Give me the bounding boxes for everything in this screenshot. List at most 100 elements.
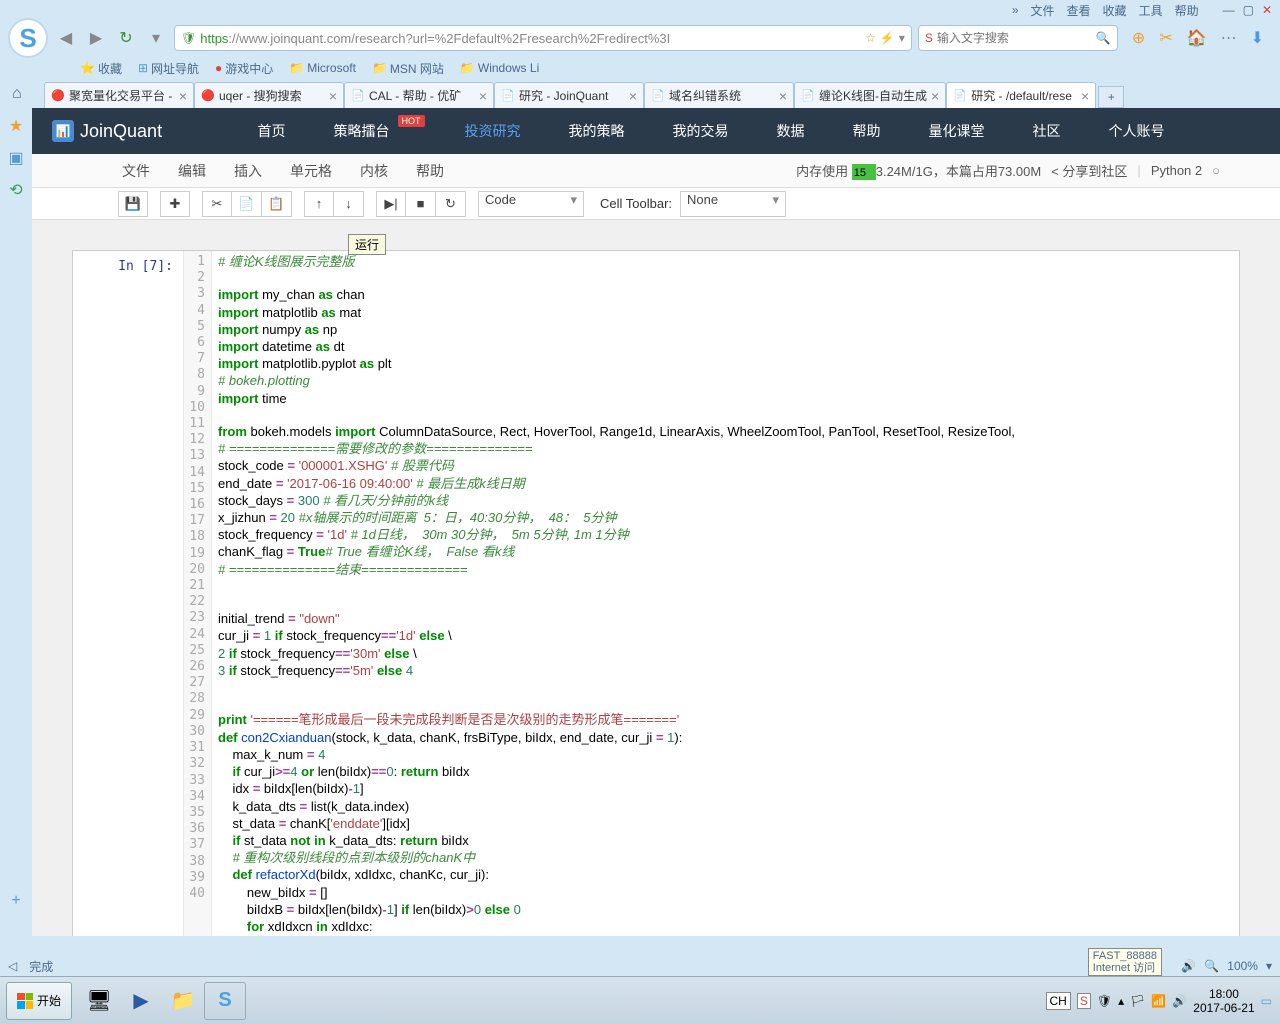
move-up-button[interactable]: ↑ bbox=[304, 191, 334, 217]
jq-nav-9[interactable]: 个人账号 bbox=[1109, 121, 1165, 141]
task-monitor-icon[interactable]: 🖥 bbox=[78, 982, 120, 1020]
sogou-logo[interactable]: S bbox=[8, 18, 48, 58]
jq-nav-7[interactable]: 量化课堂 bbox=[929, 121, 985, 141]
search-icon[interactable]: 🔍 bbox=[1096, 31, 1111, 45]
tab-close-icon[interactable]: × bbox=[329, 88, 337, 104]
cut-button[interactable]: ✂ bbox=[202, 191, 232, 217]
code-cell[interactable]: In [7]: 1 2 3 4 5 6 7 8 9 10 11 12 13 14… bbox=[72, 250, 1240, 936]
tray-sogou-icon[interactable]: S bbox=[1077, 993, 1091, 1009]
tab-5[interactable]: 📄缠论K线图-自动生成× bbox=[794, 82, 946, 108]
home-tab-icon[interactable]: ⌂ bbox=[12, 85, 22, 103]
jq-nav-5[interactable]: 数据 bbox=[777, 121, 805, 141]
tab-close-icon[interactable]: × bbox=[931, 88, 939, 104]
jq-logo[interactable]: 📊 JoinQuant bbox=[52, 120, 162, 142]
tray-sound-icon[interactable]: 🔊 bbox=[1172, 994, 1187, 1008]
tab-close-icon[interactable]: × bbox=[479, 88, 487, 104]
share-button[interactable]: < 分享到社区 bbox=[1051, 161, 1127, 180]
rail-history-icon[interactable]: ⟲ bbox=[9, 180, 22, 200]
reload-button[interactable]: ↻ bbox=[114, 26, 138, 50]
tray-chevron-icon[interactable]: ▴ bbox=[1118, 994, 1124, 1008]
search-box[interactable]: S 🔍 bbox=[918, 25, 1118, 51]
tab-0[interactable]: 🔴聚宽量化交易平台 - × bbox=[44, 82, 194, 108]
rail-add-icon[interactable]: + bbox=[11, 892, 20, 910]
jq-nav-2[interactable]: 投资研究 bbox=[465, 121, 521, 141]
task-explorer-icon[interactable]: 📁 bbox=[162, 982, 204, 1020]
restart-button[interactable]: ↻ bbox=[436, 191, 466, 217]
menu-help[interactable]: 帮助 bbox=[1175, 2, 1199, 19]
maximize-icon[interactable]: ▢ bbox=[1243, 3, 1254, 17]
task-powershell-icon[interactable]: ▶ bbox=[120, 982, 162, 1020]
more-icon[interactable]: ⋯ bbox=[1221, 28, 1237, 48]
tray-clock[interactable]: 18:002017-06-21 bbox=[1193, 987, 1254, 1015]
tab-close-icon[interactable]: × bbox=[779, 88, 787, 104]
menu-file[interactable]: 文件 bbox=[1031, 2, 1055, 19]
stop-button[interactable]: ■ bbox=[406, 191, 436, 217]
bm-nav[interactable]: ⊞网址导航 bbox=[138, 60, 199, 77]
zoom-icon[interactable]: 🔍 bbox=[1204, 959, 1219, 973]
menu-tools[interactable]: 工具 bbox=[1139, 2, 1163, 19]
jup-menu-5[interactable]: 帮助 bbox=[416, 161, 444, 181]
back-button[interactable]: ◀ bbox=[54, 26, 78, 50]
show-desktop-button[interactable]: ▭ bbox=[1261, 994, 1272, 1008]
tab-2[interactable]: 📄CAL - 帮助 - 优矿× bbox=[344, 82, 494, 108]
tray-shield-icon[interactable]: 🛡 bbox=[1097, 994, 1112, 1008]
jup-menu-4[interactable]: 内核 bbox=[360, 161, 388, 181]
bookmark-add-icon[interactable]: ⊕ bbox=[1132, 28, 1145, 48]
tray-network-icon[interactable]: 📶 bbox=[1151, 994, 1166, 1008]
celltype-select[interactable]: Code bbox=[478, 191, 584, 217]
tab-4[interactable]: 📄域名纠错系统× bbox=[644, 82, 794, 108]
rail-layers-icon[interactable]: ▣ bbox=[8, 148, 23, 168]
forward-button[interactable]: ▶ bbox=[84, 26, 108, 50]
jq-nav-4[interactable]: 我的交易 bbox=[673, 121, 729, 141]
cut-icon[interactable]: ✂ bbox=[1159, 28, 1172, 48]
tray-flag-icon[interactable]: 🏳 bbox=[1130, 994, 1145, 1008]
task-sogou-icon[interactable]: S bbox=[204, 982, 246, 1020]
jup-menu-0[interactable]: 文件 bbox=[122, 161, 150, 181]
bm-windows[interactable]: 📁Windows Li bbox=[460, 61, 539, 75]
notebook-area[interactable]: In [7]: 1 2 3 4 5 6 7 8 9 10 11 12 13 14… bbox=[32, 220, 1280, 936]
tab-close-icon[interactable]: × bbox=[1081, 88, 1089, 104]
menu-view[interactable]: 查看 bbox=[1067, 2, 1091, 19]
home-icon[interactable]: 🏠 bbox=[1187, 28, 1207, 48]
bm-game[interactable]: ●游戏中心 bbox=[215, 60, 273, 77]
run-button[interactable]: ▶| bbox=[376, 191, 406, 217]
jq-nav-8[interactable]: 社区 bbox=[1033, 121, 1061, 141]
tab-3[interactable]: 📄研究 - JoinQuant× bbox=[494, 82, 644, 108]
start-button[interactable]: 开始 bbox=[6, 982, 72, 1020]
move-down-button[interactable]: ↓ bbox=[334, 191, 364, 217]
lightning-icon[interactable]: ⚡ bbox=[880, 31, 895, 45]
rail-star-icon[interactable]: ★ bbox=[9, 116, 23, 136]
jq-nav-3[interactable]: 我的策略 bbox=[569, 121, 625, 141]
minimize-icon[interactable]: — bbox=[1223, 3, 1235, 17]
browser-more-icon[interactable]: » bbox=[1012, 3, 1019, 17]
code-content[interactable]: # 缠论K线图展示完整版 import my_chan as chan impo… bbox=[212, 251, 1239, 936]
bm-fav[interactable]: ⭐收藏 bbox=[80, 60, 122, 77]
search-input[interactable] bbox=[937, 31, 1092, 45]
star-icon[interactable]: ☆ bbox=[865, 31, 876, 45]
new-tab-button[interactable]: + bbox=[1098, 86, 1124, 108]
tab-close-icon[interactable]: × bbox=[629, 88, 637, 104]
sound-icon[interactable]: 🔊 bbox=[1181, 959, 1196, 973]
add-cell-button[interactable]: ✚ bbox=[160, 191, 190, 217]
jq-nav-1[interactable]: 策略擂台HOT bbox=[334, 121, 417, 141]
jq-nav-0[interactable]: 首页 bbox=[258, 121, 286, 141]
bm-microsoft[interactable]: 📁Microsoft bbox=[289, 61, 356, 75]
bm-msn[interactable]: 📁MSN 网站 bbox=[372, 60, 444, 77]
tab-1[interactable]: 🔴uqer - 搜狗搜索× bbox=[194, 82, 344, 108]
nav-dropdown-icon[interactable]: ▾ bbox=[144, 26, 168, 50]
paste-button[interactable]: 📋 bbox=[262, 191, 292, 217]
menu-fav[interactable]: 收藏 bbox=[1103, 2, 1127, 19]
jup-menu-1[interactable]: 编辑 bbox=[178, 161, 206, 181]
jq-nav-6[interactable]: 帮助 bbox=[853, 121, 881, 141]
search-provider-icon[interactable]: S bbox=[925, 31, 933, 45]
copy-button[interactable]: 📄 bbox=[232, 191, 262, 217]
download-icon[interactable]: ⬇ bbox=[1251, 28, 1264, 48]
close-window-icon[interactable]: ✕ bbox=[1262, 3, 1272, 17]
back-small-icon[interactable]: ◁ bbox=[8, 959, 17, 973]
url-dropdown-icon[interactable]: ▾ bbox=[899, 31, 905, 45]
zoom-dropdown-icon[interactable]: ▾ bbox=[1266, 959, 1272, 973]
jup-menu-3[interactable]: 单元格 bbox=[290, 161, 332, 181]
ime-indicator[interactable]: CH bbox=[1046, 992, 1071, 1010]
jup-menu-2[interactable]: 插入 bbox=[234, 161, 262, 181]
save-button[interactable]: 💾 bbox=[118, 191, 148, 217]
